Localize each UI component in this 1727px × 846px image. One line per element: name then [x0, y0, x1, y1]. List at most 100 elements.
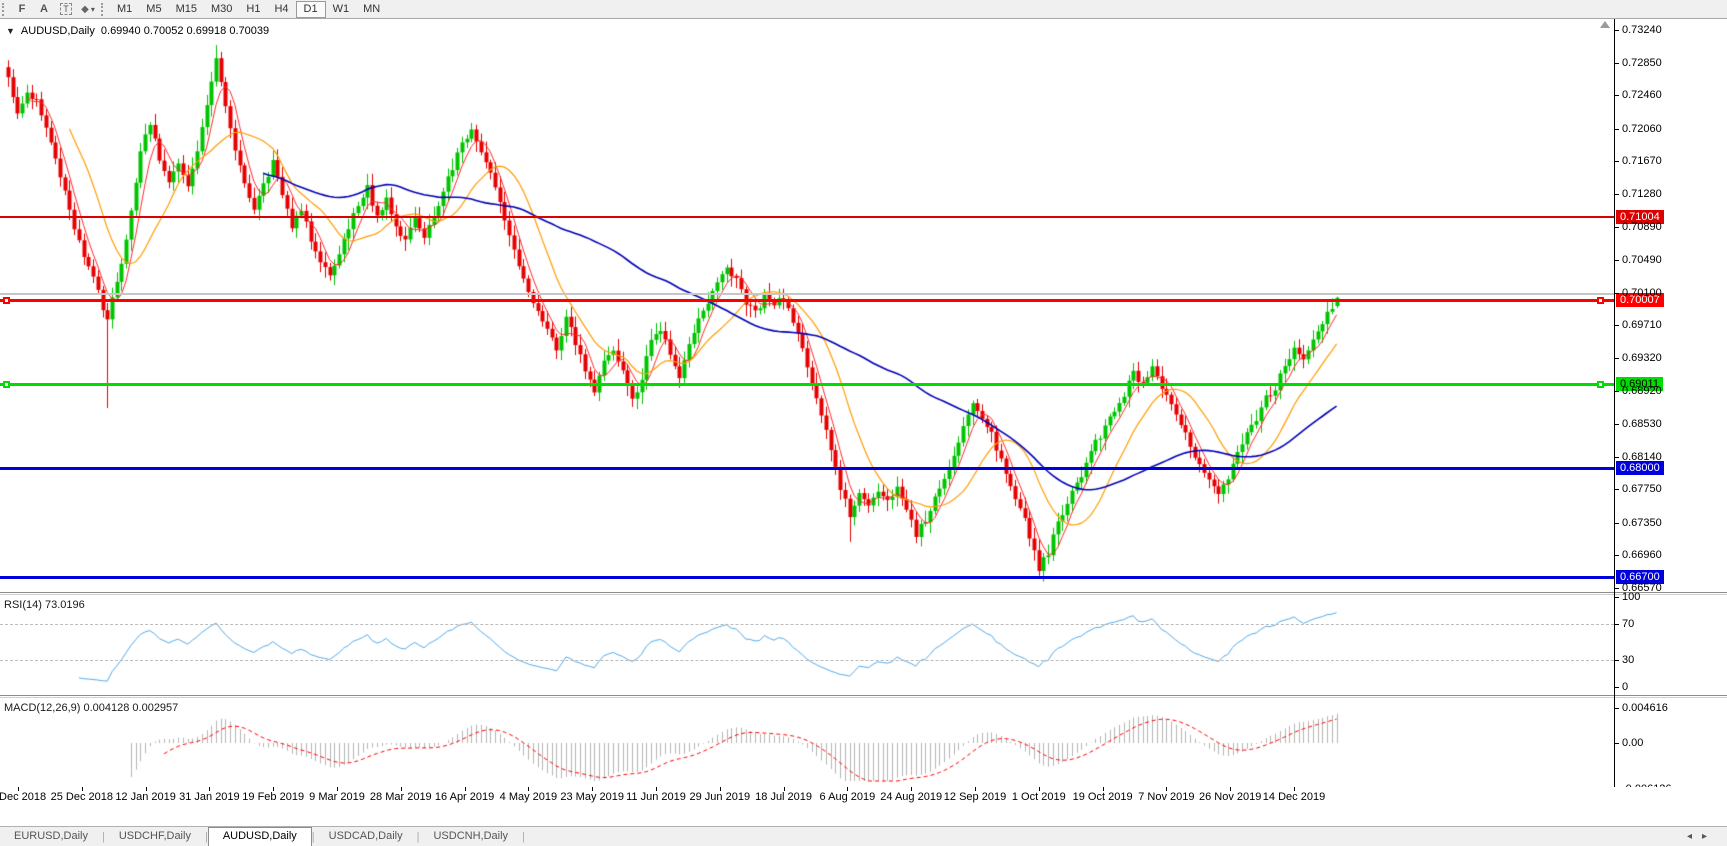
date-label: 11 Jun 2019 — [626, 791, 686, 803]
chart-ohlc-values: 0.69940 0.70052 0.69918 0.70039 — [100, 25, 270, 37]
timeframe-button-w1[interactable]: W1 — [326, 1, 357, 18]
date-label: 6 Dec 2018 — [0, 791, 47, 803]
date-label: 19 Feb 2019 — [242, 791, 305, 803]
support-line-066700[interactable] — [0, 576, 1614, 579]
price-tick-0.67350: 0.67350 — [1622, 517, 1662, 529]
price-tick-0.72060: 0.72060 — [1622, 123, 1662, 135]
rsi-tick-70-tick — [1614, 624, 1619, 625]
date-label: 26 Nov 2019 — [1198, 791, 1262, 803]
price-tick-0.68140: 0.68140 — [1622, 451, 1662, 463]
support-line-068000[interactable] — [0, 467, 1614, 470]
toolbar-grip-2[interactable] — [101, 2, 108, 16]
chart-tab-eurusd[interactable]: EURUSD,Daily — [0, 828, 102, 846]
macd-tick-high-tick — [1614, 707, 1619, 709]
rsi-tick-100-tick — [1614, 597, 1619, 598]
macd-tick-zero: 0.00 — [1622, 737, 1644, 749]
timeframe-button-m30[interactable]: M30 — [204, 1, 239, 18]
text-icon[interactable]: A — [34, 1, 54, 18]
macd-tick-zero-tick — [1614, 743, 1619, 744]
resistance-line-070007-handle-left[interactable] — [3, 297, 10, 304]
price-tick-0.68920: 0.68920 — [1622, 385, 1662, 397]
price-tick-0.66570-tick — [1614, 588, 1619, 589]
chart-tab-bar: EURUSD,Daily | USDCHF,Daily | AUDUSD,Daily | U… — [0, 826, 1727, 846]
price-tick-0.67750-tick — [1614, 489, 1619, 490]
mt4-window: F A T ◆ ▾ M1 M5 M15 M30 H1 H4 D1 W1 MN ▼ AUDUSD,… — [0, 0, 1727, 846]
chart-region: ▼ AUDUSD,Daily 0.69940 0.70052 0.69918 0… — [0, 19, 1727, 826]
tab-separator: | — [522, 831, 525, 843]
resistance-line-071004[interactable] — [0, 216, 1614, 218]
arrows-dropdown[interactable]: ◆ ▾ — [78, 1, 98, 18]
price-tick-0.69710-tick — [1614, 325, 1619, 326]
date-label: 4 May 2019 — [499, 791, 558, 803]
date-label: 9 Mar 2019 — [309, 791, 365, 803]
support-line-069011-handle-left[interactable] — [3, 381, 10, 388]
text-label-icon[interactable]: T — [56, 1, 76, 18]
timeframe-button-h4[interactable]: H4 — [267, 1, 295, 18]
price-tick-0.70490: 0.70490 — [1622, 254, 1662, 266]
timeframe-button-d1[interactable]: D1 — [295, 0, 326, 18]
pane-separator-rsi[interactable] — [0, 592, 1727, 595]
date-label: 28 Mar 2019 — [369, 791, 432, 803]
price-tick-0.66960-tick — [1614, 555, 1619, 556]
price-tick-0.70100: 0.70100 — [1622, 287, 1662, 299]
price-tick-0.69320-tick — [1614, 358, 1619, 359]
price-tick-0.66960: 0.66960 — [1622, 549, 1662, 561]
price-tick-0.71280-tick — [1614, 194, 1619, 195]
silver-line-07008[interactable] — [0, 293, 1614, 295]
support-line-068000-price-badge: 0.68000 — [1616, 461, 1664, 475]
chart-symbol-title: AUDUSD,Daily — [20, 25, 95, 37]
price-tick-0.72850-tick — [1614, 63, 1619, 64]
chart-tab-usdchf[interactable]: USDCHF,Daily — [105, 828, 205, 846]
date-label: 16 Apr 2019 — [434, 791, 495, 803]
toolbar: F A T ◆ ▾ M1 M5 M15 M30 H1 H4 D1 W1 MN — [0, 0, 1727, 19]
rsi-tick-100: 100 — [1622, 591, 1641, 603]
date-label: 6 Aug 2019 — [819, 791, 876, 803]
support-line-069011-handle-right[interactable] — [1597, 381, 1604, 388]
chart-tab-usdcnh[interactable]: USDCNH,Daily — [419, 828, 522, 846]
chart-title-overlay: ▼ AUDUSD,Daily 0.69940 0.70052 0.69918 0… — [6, 25, 269, 37]
price-tick-0.68920-tick — [1614, 391, 1619, 392]
time-axis[interactable]: 6 Dec 201825 Dec 201812 Jan 201931 Jan 2… — [0, 787, 1727, 807]
price-tick-0.69710: 0.69710 — [1622, 319, 1662, 331]
support-line-069011[interactable] — [0, 383, 1614, 386]
price-tick-0.70100-tick — [1614, 293, 1619, 294]
price-chart-canvas[interactable] — [0, 19, 1614, 805]
date-label: 14 Dec 2019 — [1262, 791, 1326, 803]
price-tick-0.72460-tick — [1614, 95, 1619, 96]
timeframe-button-m1[interactable]: M1 — [110, 1, 139, 18]
rsi-level-30 — [0, 660, 1614, 661]
toolbar-grip[interactable] — [2, 2, 9, 16]
price-tick-0.72460: 0.72460 — [1622, 89, 1662, 101]
date-label: 1 Oct 2019 — [1011, 791, 1066, 803]
tab-scroll-left-icon[interactable]: ◂ — [1687, 831, 1692, 842]
price-tick-0.70490-tick — [1614, 260, 1619, 261]
date-label: 19 Oct 2019 — [1072, 791, 1133, 803]
date-label: 24 Aug 2019 — [880, 791, 943, 803]
price-tick-0.70890: 0.70890 — [1622, 221, 1662, 233]
fibonacci-icon[interactable]: F — [12, 1, 32, 18]
chart-tab-audusd[interactable]: AUDUSD,Daily — [207, 827, 312, 846]
price-tick-0.72850: 0.72850 — [1622, 57, 1662, 69]
chart-tab-usdcad[interactable]: USDCAD,Daily — [315, 828, 417, 846]
price-tick-0.73240-tick — [1614, 30, 1619, 31]
timeframe-button-m15[interactable]: M15 — [169, 1, 204, 18]
one-click-trading-arrow-icon[interactable]: ▼ — [6, 26, 15, 36]
rsi-label: RSI(14) 73.0196 — [4, 599, 85, 611]
price-tick-0.70890-tick — [1614, 227, 1619, 228]
date-label: 29 Jun 2019 — [689, 791, 751, 803]
price-tick-0.71280: 0.71280 — [1622, 188, 1662, 200]
resistance-line-070007-handle-right[interactable] — [1597, 297, 1604, 304]
price-tick-0.71670-tick — [1614, 161, 1619, 162]
timeframe-button-h1[interactable]: H1 — [239, 1, 267, 18]
timeframe-button-m5[interactable]: M5 — [139, 1, 168, 18]
chart-shift-marker[interactable] — [1600, 21, 1610, 28]
price-tick-0.73240: 0.73240 — [1622, 24, 1662, 36]
tab-scroll-right-icon[interactable]: ▸ — [1702, 831, 1707, 842]
price-tick-0.68530-tick — [1614, 424, 1619, 425]
price-tick-0.68530: 0.68530 — [1622, 418, 1662, 430]
timeframe-button-mn[interactable]: MN — [356, 1, 387, 18]
resistance-line-070007[interactable] — [0, 299, 1614, 302]
macd-label: MACD(12,26,9) 0.004128 0.002957 — [4, 702, 179, 714]
pane-separator-macd[interactable] — [0, 695, 1727, 698]
chevron-down-icon: ▾ — [90, 4, 95, 14]
